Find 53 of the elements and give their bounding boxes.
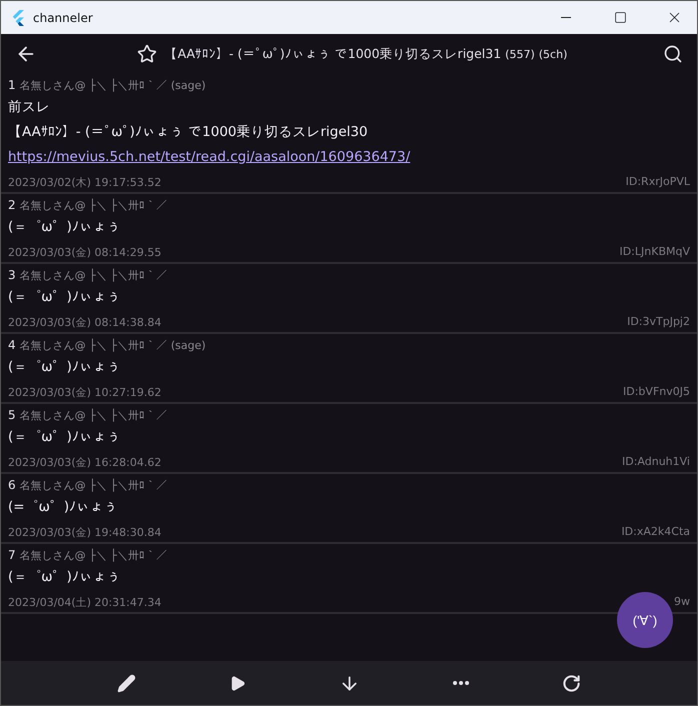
- post-number: 6: [8, 478, 16, 492]
- post-number: 3: [8, 268, 16, 282]
- post-text: (=゜ω゜)ﾉぃょぅ: [8, 498, 120, 517]
- post-number: 4: [8, 338, 16, 352]
- post-date: 2023/03/03(金) 08:14:29.55: [8, 245, 162, 260]
- post-text: (＝゜ω゜)ﾉぃょぅ: [8, 288, 122, 307]
- star-icon: [136, 44, 157, 64]
- poster-id: 9w: [674, 595, 690, 610]
- minimize-icon: [561, 17, 571, 18]
- poster-name: 名無しさん@ ├＼ ├＼卅ﾛ｀／: [20, 478, 167, 493]
- poster-id: ID:3vTpJpj2: [627, 315, 690, 330]
- poster-name: 名無しさん@ ├＼ ├＼卅ﾛ｀／: [20, 268, 167, 283]
- post-text: (＝゜ω゜)ﾉぃょぅ: [8, 428, 122, 447]
- poster-name: 名無しさん@ ├＼ ├＼卅ﾛ｀／: [20, 408, 167, 423]
- post-text: (＝゜ω゜)ﾉぃょぅ: [8, 568, 122, 587]
- post-number: 1: [8, 78, 16, 92]
- pencil-icon: [117, 674, 136, 692]
- post-date: 2023/03/02(木) 19:17:53.52: [8, 175, 162, 190]
- poster-mail: (sage): [170, 79, 206, 92]
- post-number: 7: [8, 548, 16, 562]
- post-date: 2023/03/03(金) 10:27:19.62: [8, 385, 162, 400]
- poster-name: 名無しさん@ ├＼ ├＼卅ﾛ｀／: [20, 338, 167, 353]
- more-icon: [452, 681, 469, 685]
- window-title: channeler: [33, 10, 94, 24]
- post-number: 2: [8, 198, 16, 212]
- post-number: 5: [8, 408, 16, 422]
- poster-id: ID:RxrJoPVL: [626, 175, 690, 190]
- poster-name: 名無しさん@ ├＼ ├＼卅ﾛ｀／: [20, 78, 167, 93]
- poster-id: ID:LJnKBMqV: [619, 245, 690, 260]
- play-icon: [229, 674, 246, 692]
- poster-mail: (sage): [170, 339, 206, 352]
- post-text: (＝゜ω゜)ﾉぃょぅ: [8, 218, 122, 237]
- poster-id: ID:xA2k4Cta: [621, 525, 690, 540]
- flutter-logo-icon: [11, 10, 25, 26]
- post-date: 2023/03/04(土) 20:31:47.34: [8, 595, 162, 610]
- poster-name: 名無しさん@ ├＼ ├＼卅ﾛ｀／: [20, 548, 167, 563]
- search-icon: [663, 44, 683, 64]
- post-link[interactable]: https://mevius.5ch.net/test/read.cgi/aasaloon/1609636473/: [8, 146, 690, 168]
- poster-id: ID:Adnuh1Vi: [622, 455, 690, 470]
- maximize-icon: [614, 11, 626, 24]
- thread-title: 【AAｻﾛﾝ】- (＝ﾟωﾟ)ﾉぃょぅ で1000乗り切るスレrigel31: [164, 46, 502, 62]
- post-date: 2023/03/03(金) 16:28:04.62: [8, 455, 162, 470]
- reload-icon: [562, 674, 581, 692]
- post-text: 【AAｻﾛﾝ】- (＝ﾟωﾟ)ﾉぃょぅ で1000乗り切るスレrigel30: [8, 123, 369, 142]
- post-date: 2023/03/03(金) 08:14:38.84: [8, 315, 162, 330]
- kaomoji-button[interactable]: ('∀`): [617, 592, 673, 648]
- post-count: (557): [505, 48, 535, 60]
- post-text: (＝゜ω゜)ﾉぃょぅ: [8, 358, 122, 377]
- poster-name: 名無しさん@ ├＼ ├＼卅ﾛ｀／: [20, 198, 167, 213]
- board-name: (5ch): [538, 48, 568, 60]
- post-text: 前スレ: [8, 98, 51, 117]
- post-date: 2023/03/03(金) 19:48:30.84: [8, 525, 162, 540]
- poster-id: ID:bVFnv0J5: [623, 385, 690, 400]
